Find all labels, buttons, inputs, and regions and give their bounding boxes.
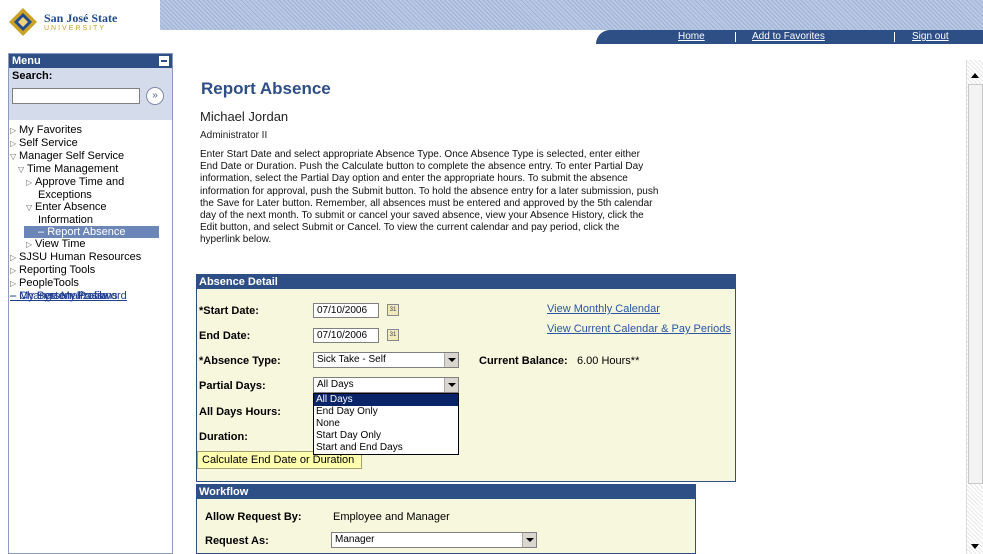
- instructions-text: Enter Start Date and select appropriate …: [200, 149, 659, 246]
- collapse-arrow-icon: ▽: [26, 203, 33, 212]
- sidebar-item-time-management[interactable]: ▽ Time Management: [10, 163, 172, 176]
- search-input[interactable]: [12, 88, 140, 104]
- partial-days-select[interactable]: All Days: [313, 377, 459, 393]
- header-band: [160, 0, 983, 30]
- dropdown-option-end-day-only[interactable]: End Day Only: [314, 406, 458, 418]
- sidebar-item-view-time[interactable]: ▷ View Time: [10, 238, 172, 251]
- menu-list: ▷ My Favorites ▷ Self Service ▽ Manager Sel…: [9, 120, 172, 302]
- sidebar-item-approve-time-cont[interactable]: Exceptions: [10, 189, 172, 201]
- sidebar-item-system-profile[interactable]: My System Profile: [10, 290, 108, 302]
- sidebar-item-reporting-tools[interactable]: ▷ Reporting Tools: [10, 264, 172, 277]
- request-as-select[interactable]: Manager: [331, 532, 537, 548]
- start-date-field[interactable]: 07/10/2006: [313, 303, 379, 318]
- collapse-arrow-icon: ▽: [18, 165, 25, 174]
- allow-request-value: Employee and Manager: [333, 511, 450, 523]
- dropdown-arrow-icon[interactable]: [444, 353, 458, 367]
- search-go-icon[interactable]: »: [146, 87, 164, 105]
- scroll-thumb[interactable]: [968, 84, 983, 484]
- calendar-icon[interactable]: 31: [387, 304, 399, 316]
- nav-divider: [894, 32, 895, 42]
- request-as-label: Request As:: [205, 535, 269, 547]
- start-date-label: *Start Date:: [199, 305, 259, 317]
- workflow-panel: Workflow Allow Request By: Employee and …: [196, 484, 696, 554]
- logo-line1: San José State: [44, 11, 118, 25]
- dropdown-option-none[interactable]: None: [314, 418, 458, 430]
- add-to-favorites-link[interactable]: Add to Favorites: [752, 31, 825, 42]
- absence-type-label: *Absence Type:: [199, 355, 281, 367]
- page-header: San José State UNIVERSITY Home Add to Fa…: [0, 0, 983, 52]
- dropdown-arrow-icon[interactable]: [522, 533, 536, 547]
- scroll-up-icon[interactable]: [967, 68, 983, 84]
- view-current-calendar-link[interactable]: View Current Calendar & Pay Periods: [547, 323, 731, 335]
- absence-detail-panel: Absence Detail *Start Date: 07/10/2006 3…: [196, 274, 736, 482]
- request-as-value: Manager: [335, 534, 375, 545]
- sign-out-link[interactable]: Sign out: [912, 31, 949, 42]
- nav-divider: [735, 32, 736, 42]
- expand-arrow-icon: ▷: [10, 126, 17, 135]
- sidebar-menu: Menu Search: » ▷ My Favorites ▷ Self Servi…: [8, 53, 173, 554]
- menu-title: Menu: [12, 55, 41, 67]
- sidebar-item-peopletools[interactable]: ▷ PeopleTools: [10, 277, 172, 290]
- allow-request-label: Allow Request By:: [205, 511, 302, 523]
- sidebar-item-approve-time[interactable]: ▷ Approve Time and: [10, 176, 172, 189]
- logo-line2: UNIVERSITY: [44, 25, 107, 32]
- sidebar-item-report-absence[interactable]: – Report Absence: [24, 226, 159, 238]
- scroll-down-icon[interactable]: [967, 538, 983, 554]
- top-nav: Home Add to Favorites Sign out: [596, 30, 983, 44]
- dropdown-option-start-and-end-days[interactable]: Start and End Days: [314, 442, 458, 454]
- expand-arrow-icon: ▷: [10, 139, 17, 148]
- expand-arrow-icon: ▷: [10, 266, 17, 275]
- employee-role: Administrator II: [200, 130, 268, 141]
- duration-label: Duration:: [199, 431, 248, 443]
- current-balance-value: 6.00 Hours**: [577, 355, 640, 367]
- minimize-icon[interactable]: [159, 56, 169, 66]
- dropdown-option-all-days[interactable]: All Days: [314, 394, 458, 406]
- collapse-arrow-icon: ▽: [10, 152, 17, 161]
- dropdown-arrow-icon[interactable]: [444, 378, 458, 392]
- absence-type-value: Sick Take - Self: [317, 354, 386, 365]
- sidebar-item-manager-self-service[interactable]: ▽ Manager Self Service: [10, 150, 172, 163]
- partial-days-value: All Days: [317, 379, 354, 390]
- logo-emblem-icon: [8, 7, 38, 37]
- search-label: Search:: [12, 70, 53, 82]
- home-link[interactable]: Home: [678, 31, 705, 42]
- end-date-field[interactable]: 07/10/2006: [313, 328, 379, 343]
- vertical-scrollbar[interactable]: [966, 60, 983, 554]
- current-balance-label: Current Balance:: [479, 355, 568, 367]
- expand-arrow-icon: ▷: [26, 178, 33, 187]
- partial-days-dropdown-list: All Days End Day Only None Start Day Onl…: [313, 393, 459, 455]
- menu-header: Menu: [9, 54, 172, 68]
- sidebar-item-enter-absence-cont[interactable]: Information: [10, 214, 172, 226]
- employee-name: Michael Jordan: [200, 109, 289, 124]
- absence-detail-header: Absence Detail: [197, 275, 735, 289]
- absence-type-select[interactable]: Sick Take - Self: [313, 352, 459, 368]
- sidebar-item-enter-absence[interactable]: ▽ Enter Absence: [10, 201, 172, 214]
- all-days-hours-label: All Days Hours:: [199, 406, 281, 418]
- university-logo[interactable]: San José State UNIVERSITY: [8, 4, 148, 40]
- view-monthly-calendar-link[interactable]: View Monthly Calendar: [547, 303, 660, 315]
- calendar-icon[interactable]: 31: [387, 329, 399, 341]
- main-content: Report Absence Michael Jordan Administra…: [196, 60, 961, 554]
- sidebar-item-my-favorites[interactable]: ▷ My Favorites: [10, 124, 172, 137]
- page-title: Report Absence: [201, 79, 331, 98]
- sidebar-item-self-service[interactable]: ▷ Self Service: [10, 137, 172, 150]
- expand-arrow-icon: ▷: [10, 279, 17, 288]
- dropdown-option-start-day-only[interactable]: Start Day Only: [314, 430, 458, 442]
- end-date-label: End Date:: [199, 330, 251, 342]
- workflow-header: Workflow: [197, 485, 695, 499]
- expand-arrow-icon: ▷: [10, 253, 17, 262]
- sidebar-item-sjsu-hr[interactable]: ▷ SJSU Human Resources: [10, 251, 172, 264]
- search-panel: Search: »: [9, 68, 172, 120]
- expand-arrow-icon: ▷: [26, 240, 33, 249]
- partial-days-label: Partial Days:: [199, 380, 266, 392]
